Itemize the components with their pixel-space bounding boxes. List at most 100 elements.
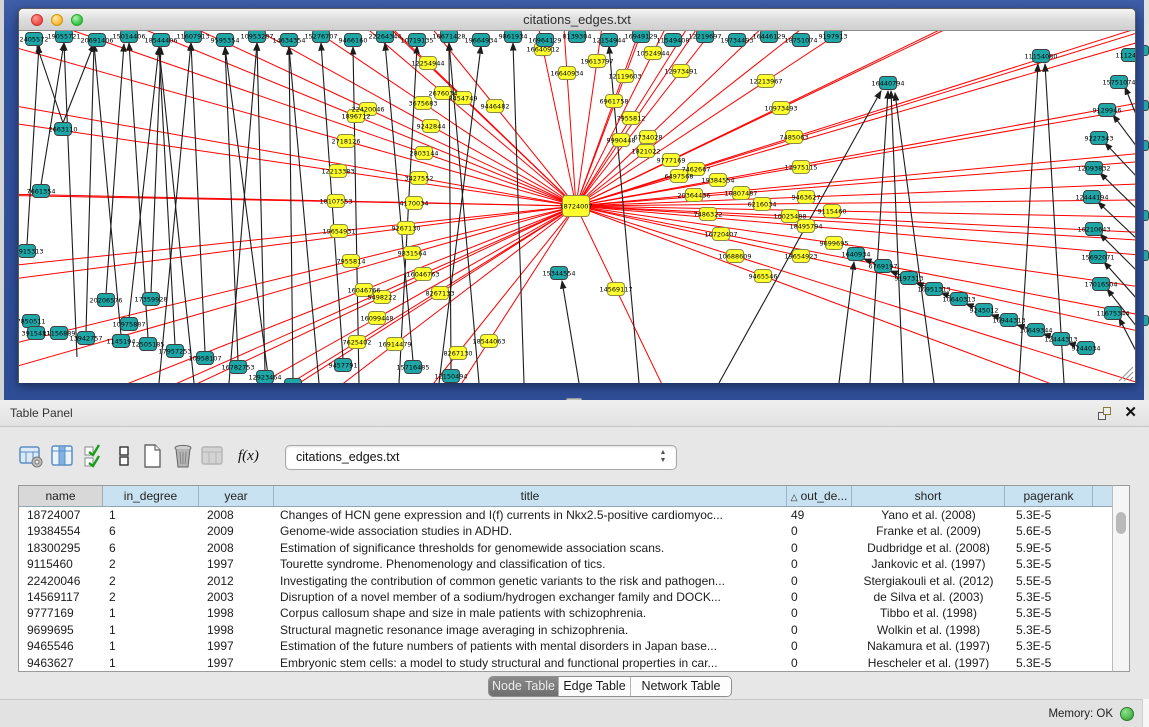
column-header-out_de[interactable]: △out_de... bbox=[787, 486, 852, 506]
row-height-icon[interactable] bbox=[112, 443, 138, 469]
citation-edge bbox=[289, 47, 293, 379]
citation-edge bbox=[576, 206, 806, 226]
tab-edge-table[interactable]: Edge Table bbox=[559, 677, 631, 696]
delete-table-icon[interactable] bbox=[200, 443, 226, 469]
graph-node-label: 15344554 bbox=[542, 269, 575, 277]
graph-node-label: 12093832 bbox=[1077, 164, 1110, 172]
graph-node-label: 10524944 bbox=[636, 49, 669, 57]
resize-grip-icon[interactable] bbox=[1119, 367, 1133, 381]
function-builder-icon[interactable]: f(x) bbox=[238, 443, 270, 469]
column-header-name[interactable]: name bbox=[19, 486, 103, 506]
graph-node-label: 7955812 bbox=[617, 114, 646, 122]
table-cell: 2012 bbox=[199, 573, 274, 589]
graph-node-label: 2663110 bbox=[49, 125, 78, 133]
table-cell: 5.3E-5 bbox=[1005, 556, 1093, 572]
graph-node-label: 6734028 bbox=[634, 133, 663, 141]
graph-node-label: 16671428 bbox=[432, 32, 465, 40]
citation-edge bbox=[368, 109, 576, 206]
table-row[interactable]: 1830029562008Estimation of significance … bbox=[19, 540, 1129, 556]
select-attributes-icon[interactable] bbox=[82, 443, 108, 469]
table-row[interactable]: 1938455462009Genome-wide association stu… bbox=[19, 523, 1129, 539]
node-fragment bbox=[1144, 100, 1149, 111]
table-cell: 0 bbox=[787, 556, 852, 572]
background-window-sliver bbox=[1144, 0, 1149, 400]
table-cell: 1998 bbox=[199, 605, 274, 621]
table-cell: 5.3E-5 bbox=[1005, 622, 1093, 638]
table-cell: 1 bbox=[103, 638, 199, 654]
resize-corner bbox=[1142, 699, 1149, 727]
graph-node-label: 9465546 bbox=[749, 272, 778, 280]
graph-node-label: 12973491 bbox=[664, 67, 697, 75]
table-cell: Genome-wide association studies in ADHD. bbox=[274, 523, 787, 539]
citation-edge bbox=[27, 45, 39, 245]
table-cell: 2008 bbox=[199, 507, 274, 523]
graph-node-label: 2718126 bbox=[332, 137, 361, 145]
citation-edge bbox=[191, 43, 205, 352]
network-canvas[interactable]: 1872400722420046189671227181261221338318… bbox=[19, 31, 1135, 383]
table-cell: Hescheler et al. (1997) bbox=[852, 655, 1005, 671]
scrollbar-thumb[interactable] bbox=[1116, 512, 1126, 534]
table-row[interactable]: 946362711997Embryonic stem cells: a mode… bbox=[19, 655, 1129, 671]
graph-node-label: 18724007 bbox=[559, 202, 592, 210]
table-row[interactable]: 1872400712008Changes of HCN gene express… bbox=[19, 507, 1129, 523]
graph-node-label: 10958107 bbox=[188, 354, 221, 362]
column-header-title[interactable]: title bbox=[274, 486, 787, 506]
citation-edge bbox=[339, 206, 576, 231]
column-header-year[interactable]: year bbox=[199, 486, 274, 506]
table-cell: Tibbo et al. (1998) bbox=[852, 605, 1005, 621]
table-row[interactable]: 911546021997Tourette syndrome. Phenomeno… bbox=[19, 556, 1129, 572]
show-columns-icon[interactable] bbox=[50, 443, 76, 469]
graph-node-label: 17016504 bbox=[1084, 280, 1117, 288]
graph-node-label: 12444194 bbox=[1075, 193, 1108, 201]
table-select-dropdown[interactable]: citations_edges.txt ▲▼ bbox=[285, 445, 677, 470]
citation-edge bbox=[399, 46, 417, 383]
citation-edge bbox=[64, 43, 77, 357]
table-cell: 0 bbox=[787, 605, 852, 621]
table-row[interactable]: 1456911722003Disruption of a novel membe… bbox=[19, 589, 1129, 605]
tab-network-table[interactable]: Network Table bbox=[631, 677, 731, 696]
citation-edge bbox=[94, 44, 121, 335]
graph-node-label: 7955814 bbox=[337, 257, 366, 265]
graph-node-label: 19664934 bbox=[464, 36, 497, 44]
citation-edge bbox=[1113, 115, 1135, 147]
table-row[interactable]: 946554611997Estimation of the future num… bbox=[19, 638, 1129, 654]
graph-node-label: 10640313 bbox=[942, 295, 975, 303]
table-settings-icon[interactable] bbox=[18, 443, 44, 469]
table-cell: 18300295 bbox=[19, 540, 103, 556]
citation-edge bbox=[63, 44, 94, 123]
graph-node-label: 9466160 bbox=[339, 36, 368, 44]
window-titlebar[interactable]: citations_edges.txt bbox=[19, 9, 1135, 31]
column-header-in_degree[interactable]: in_degree bbox=[103, 486, 199, 506]
citation-edge bbox=[86, 44, 94, 332]
table-row[interactable]: 977716911998Corpus callosum shape and si… bbox=[19, 605, 1129, 621]
table-cell: Nakamura et al. (1997) bbox=[852, 638, 1005, 654]
citation-edge bbox=[671, 31, 1135, 160]
graph-node-label: 8267133 bbox=[426, 289, 455, 297]
graph-node-label: 11607913 bbox=[176, 32, 209, 40]
graph-node-label: 6216034 bbox=[748, 200, 777, 208]
table-row[interactable]: 969969511998Structural magnetic resonanc… bbox=[19, 622, 1129, 638]
column-header-short[interactable]: short bbox=[852, 486, 1005, 506]
table-cell: 0 bbox=[787, 589, 852, 605]
delete-column-icon[interactable] bbox=[170, 443, 196, 469]
window-title: citations_edges.txt bbox=[19, 9, 1135, 31]
table-cell: 0 bbox=[787, 540, 852, 556]
table-row[interactable]: 2242004622012Investigating the contribut… bbox=[19, 573, 1129, 589]
citation-network-graph[interactable]: 1872400722420046189671227181261221338318… bbox=[19, 31, 1135, 383]
new-column-icon[interactable] bbox=[140, 443, 166, 469]
float-panel-icon[interactable] bbox=[1098, 407, 1111, 420]
table-vertical-scrollbar[interactable] bbox=[1112, 485, 1130, 672]
graph-node-label: 11675344 bbox=[1096, 309, 1129, 317]
graph-node-label: 9267130 bbox=[392, 224, 421, 232]
graph-node-label: 9990448 bbox=[607, 136, 636, 144]
node-fragment bbox=[1144, 140, 1149, 151]
table-cell: 5.6E-5 bbox=[1005, 523, 1093, 539]
graph-node-label: 19384554 bbox=[701, 176, 734, 184]
graph-node-label: 9197313 bbox=[895, 274, 924, 282]
table-cell: 9463627 bbox=[19, 655, 103, 671]
table-cell: Estimation of significance thresholds fo… bbox=[274, 540, 787, 556]
column-header-pagerank[interactable]: pagerank bbox=[1005, 486, 1093, 506]
close-panel-icon[interactable]: ✕ bbox=[1124, 404, 1137, 422]
graph-node-label: 9777169 bbox=[657, 156, 686, 164]
tab-node-table[interactable]: Node Table bbox=[489, 677, 559, 696]
